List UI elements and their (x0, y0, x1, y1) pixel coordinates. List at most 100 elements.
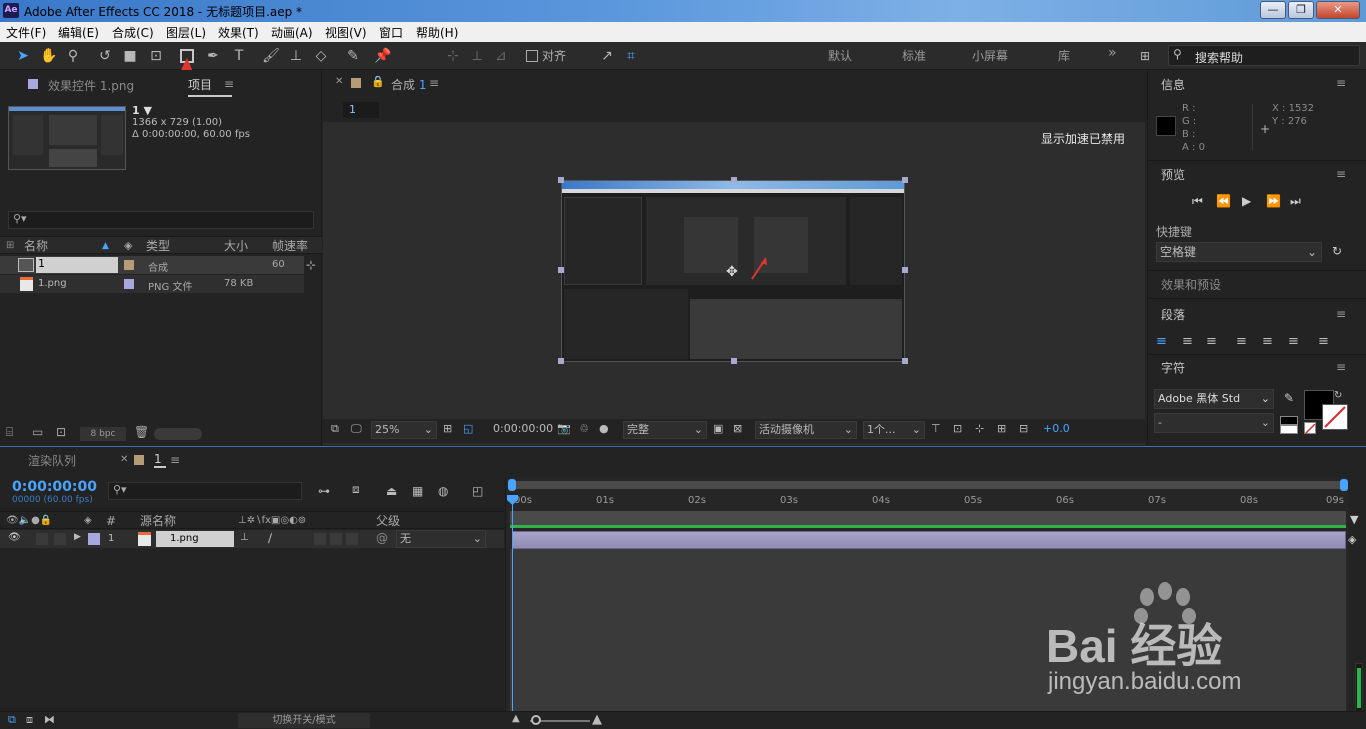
switch-box[interactable] (330, 533, 342, 545)
toggle-grid-icon[interactable]: ⊠ (733, 419, 742, 439)
eyedropper-icon[interactable]: ✎ (1284, 391, 1294, 405)
current-time-indicator[interactable] (512, 495, 513, 711)
prev-frame-icon[interactable]: ⏪ (1216, 194, 1231, 208)
minimize-button[interactable]: — (1260, 1, 1286, 19)
shy-layers-icon[interactable]: ⏏ (386, 484, 397, 498)
bit-depth-button[interactable]: 8 bpc (80, 427, 126, 441)
menu-file[interactable]: 文件(F) (6, 24, 46, 41)
toggle-pixel-aspect-icon[interactable]: ⊤ (931, 419, 941, 439)
col-name[interactable]: 名称 (24, 237, 48, 255)
puppet-tool-icon[interactable]: 📌 (372, 45, 394, 67)
selection-tool-icon[interactable]: ➤ (12, 45, 34, 67)
menu-animation[interactable]: 动画(A) (271, 24, 313, 41)
list-item[interactable]: 1.png PNG 文件 78 KB (0, 275, 304, 293)
frame-blending-icon[interactable]: ▦ (412, 484, 423, 498)
composition-viewer[interactable]: ✥ (561, 180, 905, 362)
camera-tool-icon[interactable]: ■ (119, 45, 141, 67)
comp-marker-icon[interactable]: ▼ (1350, 513, 1358, 526)
font-style-dropdown[interactable]: - ⌄ (1154, 413, 1274, 433)
justify-left-icon[interactable]: ≡ (1236, 334, 1247, 349)
paragraph-menu-icon[interactable]: ≡ (1336, 307, 1346, 321)
close-tab-icon[interactable]: ✕ (120, 454, 128, 465)
comp-breadcrumb[interactable]: 1 (343, 102, 379, 118)
loop-icon[interactable]: ↻ (1332, 244, 1342, 258)
tab-effect-controls[interactable]: 效果控件 1.png (48, 77, 134, 94)
layer-name[interactable]: 1.png (156, 531, 234, 547)
help-search-input[interactable]: ⚲ 搜索帮助 (1168, 45, 1360, 66)
tab-render-queue[interactable]: 渲染队列 (28, 452, 76, 469)
lock-icon[interactable]: 🔒 (371, 75, 385, 88)
project-menu-icon[interactable]: ≡ (224, 77, 234, 91)
col-type[interactable]: 类型 (146, 237, 170, 255)
play-icon[interactable]: ▶ (1242, 194, 1251, 208)
effects-presets-title[interactable]: 效果和预设 (1161, 276, 1221, 293)
anchor-point-icon[interactable]: ✥ (726, 265, 740, 279)
swap-colors-icon[interactable]: ↻ (1334, 390, 1342, 401)
viewer-timecode[interactable]: 0:00:00:00 (493, 419, 553, 439)
close-button[interactable]: ✕ (1316, 1, 1360, 19)
align-center-icon[interactable]: ≡ (1182, 334, 1193, 349)
transparency-grid-icon[interactable]: ◱ (463, 419, 473, 439)
align-left-icon[interactable]: ≡ (1156, 334, 1167, 349)
reset-exposure-icon[interactable]: ⊡ (953, 419, 962, 439)
local-axis-icon[interactable]: ⊹ (442, 45, 464, 67)
first-frame-icon[interactable]: ⏮ (1192, 194, 1203, 209)
justify-all-icon[interactable]: ≡ (1318, 334, 1329, 349)
quality-switch-icon[interactable]: ∕ (268, 531, 272, 545)
transfer-controls-icon[interactable]: ⧈ (26, 713, 33, 727)
snap-icon[interactable]: ↗ (596, 45, 618, 67)
col-size[interactable]: 大小 (224, 237, 248, 255)
eye-icon[interactable]: 👁 (8, 532, 21, 543)
menu-view[interactable]: 视图(V) (325, 24, 367, 41)
list-item[interactable]: 1 合成 60 (0, 256, 304, 274)
label-color-chip[interactable] (124, 279, 134, 289)
timeline-scrollbar[interactable] (1355, 663, 1363, 715)
parent-dropdown[interactable]: 无 ⌄ (396, 530, 486, 548)
col-fps[interactable]: 帧速率 (272, 237, 308, 255)
clone-stamp-tool-icon[interactable]: ⊥ (285, 45, 307, 67)
lock-toggle[interactable] (54, 533, 66, 545)
rotate-tool-icon[interactable]: ↺ (94, 45, 116, 67)
workspace-default[interactable]: 默认 (828, 47, 852, 64)
preview-menu-icon[interactable]: ≡ (1336, 167, 1346, 181)
layer-switches-icon[interactable]: ⧉ (8, 713, 16, 727)
graph-editor-icon[interactable]: ◰ (472, 484, 483, 498)
hand-tool-icon[interactable]: ✋ (38, 45, 60, 67)
info-menu-icon[interactable]: ≡ (1336, 76, 1346, 90)
brush-tool-icon[interactable]: 🖌 (260, 45, 282, 67)
menu-window[interactable]: 窗口 (379, 24, 403, 41)
menu-help[interactable]: 帮助(H) (416, 24, 458, 41)
sort-ascending-icon[interactable]: ▲ (102, 237, 109, 255)
next-frame-icon[interactable]: ⏩ (1266, 194, 1281, 208)
region-of-interest-icon[interactable]: ⊞ (443, 419, 452, 439)
shortcut-dropdown[interactable]: 空格键 ⌄ (1156, 242, 1322, 262)
draft-3d-icon[interactable]: ⧈ (352, 482, 360, 497)
current-time[interactable]: 0:00:00:00 (12, 479, 97, 495)
workspace-small-screen[interactable]: 小屏幕 (972, 47, 1008, 64)
pen-tool-icon[interactable]: ✒ (202, 45, 224, 67)
draft-3d-icon[interactable]: ⊞ (997, 419, 1006, 439)
workspace-more-icon[interactable]: » (1108, 45, 1117, 61)
zoom-out-icon[interactable]: ▲ (512, 713, 520, 724)
flowchart-icon[interactable]: ⊹ (975, 419, 984, 439)
comp-mini-flowchart-icon[interactable]: ⊶ (318, 484, 330, 498)
comp-button-icon[interactable]: ◈ (1348, 533, 1356, 546)
zoom-slider-handle[interactable] (531, 715, 541, 725)
view-axis-icon[interactable]: ⊿ (490, 45, 512, 67)
text-tool-icon[interactable]: T (228, 45, 250, 67)
interpret-footage-icon[interactable]: ⌸ (6, 425, 13, 440)
motion-blur-icon[interactable]: ⊟ (1019, 419, 1028, 439)
snap-target-icon[interactable]: ⌗ (620, 45, 642, 67)
project-search-input[interactable]: ⚲▾ (8, 211, 314, 229)
col-source-name[interactable]: 源名称 (140, 512, 176, 530)
flowchart-icon[interactable]: ⊹ (306, 258, 316, 272)
solo-toggle[interactable] (36, 533, 48, 545)
sync-settings-icon[interactable]: ⊞ (1134, 45, 1156, 67)
navigator-start-handle[interactable] (508, 479, 516, 491)
col-parent[interactable]: 父级 (376, 512, 400, 530)
zoom-tool-icon[interactable]: ⚲ (62, 45, 84, 67)
switch-box[interactable] (346, 533, 358, 545)
white-swatch[interactable] (1280, 425, 1298, 434)
label-color-chip[interactable] (124, 260, 134, 270)
shy-switch-icon[interactable]: ⊥ (240, 532, 249, 543)
